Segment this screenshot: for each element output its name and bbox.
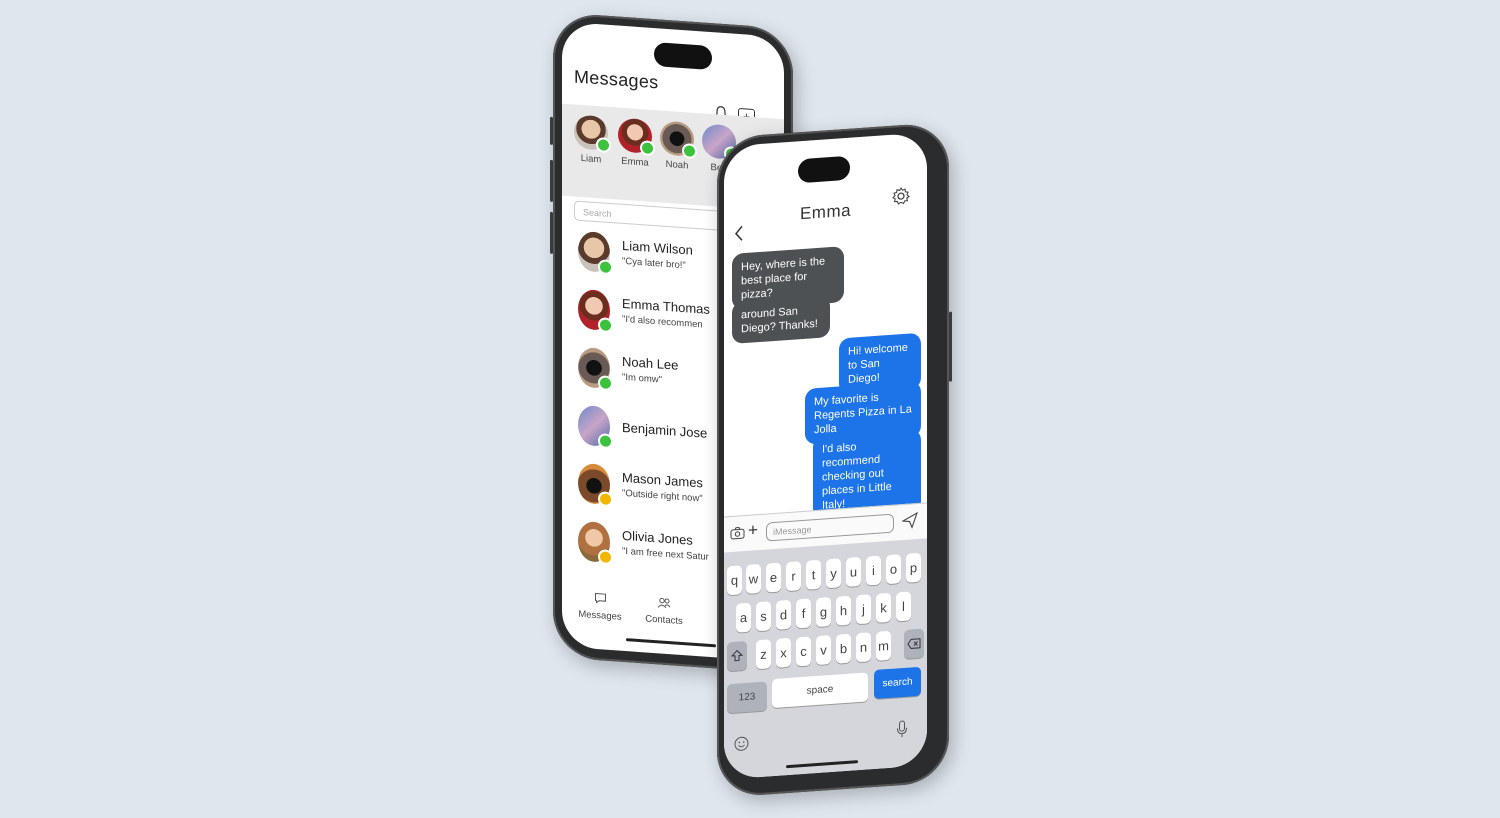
online-status-dot (598, 259, 613, 276)
key-f[interactable]: f (796, 598, 811, 629)
avatar (574, 114, 611, 154)
power-button (949, 311, 952, 382)
online-status-dot (598, 433, 613, 450)
key-l[interactable]: l (896, 591, 911, 622)
key-t[interactable]: t (806, 559, 821, 590)
key-g[interactable]: g (816, 597, 831, 628)
key-b[interactable]: b (836, 633, 851, 664)
emoji-icon[interactable] (734, 736, 749, 755)
key-u[interactable]: u (846, 556, 861, 587)
message-preview: "Im omw" (622, 371, 662, 386)
key-n[interactable]: n (856, 632, 871, 663)
volume-up-button (550, 159, 553, 202)
key-o[interactable]: o (886, 554, 901, 585)
story-emma[interactable]: Emma (612, 117, 658, 169)
key-p[interactable]: p (906, 552, 921, 583)
shift-key-icon[interactable] (727, 640, 747, 672)
plus-icon[interactable]: + (748, 520, 758, 540)
microphone-icon[interactable] (896, 720, 908, 742)
key-q[interactable]: q (727, 565, 742, 596)
key-h[interactable]: h (836, 595, 851, 626)
message-preview: "Outside right now" (622, 487, 703, 505)
key-m[interactable]: m (876, 630, 891, 661)
avatar (578, 230, 613, 276)
avatar (578, 520, 613, 566)
contact-name: Mason James (622, 469, 703, 491)
online-status-dot (598, 375, 613, 392)
message-preview: "I am free next Satur (622, 545, 709, 563)
tab-contacts[interactable]: Contacts (634, 595, 694, 628)
volume-down-button (550, 211, 553, 254)
tab-messages[interactable]: Messages (570, 590, 630, 623)
tab-label: Contacts (645, 613, 683, 628)
mute-switch (550, 116, 553, 145)
received-message-bubble: around San Diego? Thanks! (732, 295, 830, 344)
dynamic-island (654, 42, 712, 71)
key-r[interactable]: r (786, 561, 801, 592)
key-w[interactable]: w (746, 563, 761, 594)
key-j[interactable]: j (856, 594, 871, 625)
phone-chat: Emma Hey, where is the best place for pi… (717, 121, 952, 798)
key-a[interactable]: a (736, 602, 751, 633)
avatar (578, 462, 613, 508)
avatar (618, 117, 655, 157)
key-v[interactable]: v (816, 635, 831, 666)
page-title: Messages (574, 66, 659, 93)
key-c[interactable]: c (796, 636, 811, 667)
contact-name: Noah Lee (622, 353, 679, 373)
imessage-input[interactable]: iMessage (766, 513, 894, 542)
online-status-dot (596, 137, 611, 154)
keyboard: q w e r t y u i o p a s d f g h j k l z … (724, 538, 927, 780)
message-preview: "Cya later bro!" (622, 255, 686, 272)
story-name: Emma (621, 155, 649, 169)
gear-icon[interactable] (891, 185, 911, 209)
key-s[interactable]: s (756, 601, 771, 632)
chat-screen: Emma Hey, where is the best place for pi… (724, 132, 927, 780)
away-status-dot (598, 549, 613, 566)
key-z[interactable]: z (756, 639, 771, 670)
away-status-dot (598, 491, 613, 508)
key-x[interactable]: x (776, 637, 791, 668)
key-y[interactable]: y (826, 558, 841, 589)
chat-bubble-icon (570, 590, 630, 609)
avatar (660, 120, 697, 160)
key-k[interactable]: k (876, 592, 891, 623)
numbers-key[interactable]: 123 (727, 681, 767, 714)
avatar (578, 346, 613, 392)
online-status-dot (682, 143, 697, 160)
dynamic-island (798, 155, 850, 184)
home-indicator (626, 638, 716, 648)
story-liam[interactable]: Liam (568, 114, 614, 166)
message-preview: "I'd also recommen (622, 313, 703, 331)
online-status-dot (598, 317, 613, 334)
backspace-key-icon[interactable] (904, 628, 924, 659)
key-e[interactable]: e (766, 562, 781, 593)
avatar (578, 288, 613, 334)
contact-name: Olivia Jones (622, 527, 693, 548)
people-icon (634, 595, 694, 614)
space-key[interactable]: space (772, 672, 868, 709)
send-arrow-icon[interactable] (901, 511, 918, 532)
online-status-dot (640, 140, 655, 157)
key-i[interactable]: i (866, 555, 881, 586)
tab-label: Messages (578, 608, 622, 623)
contact-name: Benjamin Jose (622, 419, 708, 441)
search-key[interactable]: search (874, 666, 921, 700)
story-noah[interactable]: Noah (654, 120, 700, 172)
avatar (578, 404, 613, 450)
contact-name: Liam Wilson (622, 237, 693, 258)
key-d[interactable]: d (776, 599, 791, 630)
story-name: Noah (665, 158, 689, 172)
story-name: Liam (580, 152, 602, 166)
camera-icon[interactable] (730, 526, 745, 543)
